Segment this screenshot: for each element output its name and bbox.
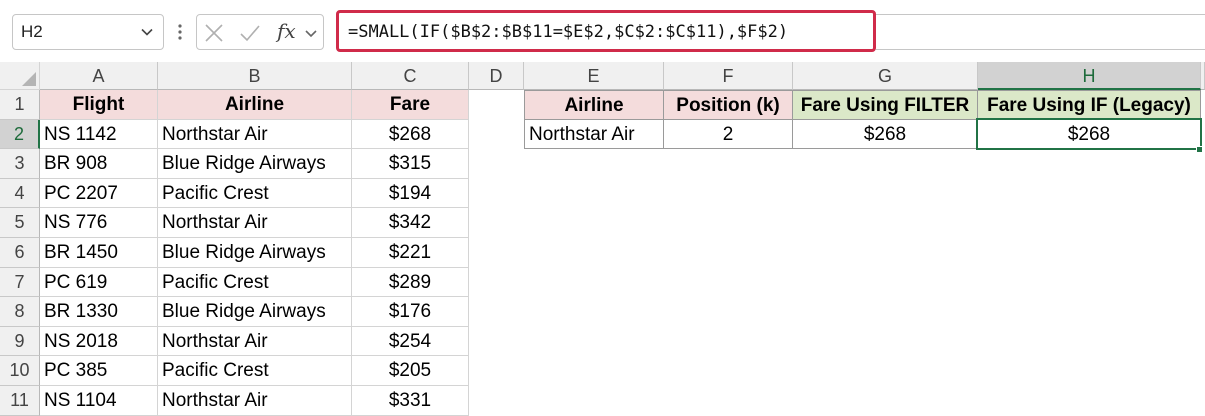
column-header-g[interactable]: G xyxy=(793,62,978,90)
row-header-6[interactable]: 6 xyxy=(0,238,40,268)
header-cell-fare-if-legacy[interactable]: Fare Using IF (Legacy) xyxy=(977,90,1201,120)
cell-flight[interactable]: PC 2207 xyxy=(40,179,158,208)
name-box[interactable]: H2 xyxy=(12,14,164,50)
cell-flight[interactable]: BR 1450 xyxy=(40,238,158,268)
column-header-f[interactable]: F xyxy=(664,62,793,90)
select-all-corner[interactable] xyxy=(0,62,40,90)
cell-fare[interactable]: $315 xyxy=(352,149,469,179)
cell-fare[interactable]: $221 xyxy=(352,238,469,268)
column-header-e[interactable]: E xyxy=(524,62,664,90)
cell-airline[interactable]: Blue Ridge Airways xyxy=(158,238,352,268)
formula-text: =SMALL(IF($B$2:$B$11=$E$2,$C$2:$C$11),$F… xyxy=(348,22,789,42)
header-cell-airline[interactable]: Airline xyxy=(158,90,352,120)
row-header-7[interactable]: 7 xyxy=(0,268,40,297)
cell-airline[interactable]: Northstar Air xyxy=(158,208,352,238)
more-options-icon[interactable] xyxy=(176,18,184,46)
cell-airline[interactable]: Northstar Air xyxy=(158,327,352,356)
column-header-d[interactable]: D xyxy=(469,62,524,90)
cell-flight[interactable]: NS 1104 xyxy=(40,386,158,416)
cell-airline[interactable]: Northstar Air xyxy=(158,120,352,149)
cell-flight[interactable]: NS 776 xyxy=(40,208,158,238)
cell-fare[interactable]: $194 xyxy=(352,179,469,208)
header-cell-lookup-airline[interactable]: Airline xyxy=(524,90,664,120)
cell-flight[interactable]: BR 1330 xyxy=(40,297,158,327)
select-all-triangle-icon xyxy=(22,72,36,86)
row-header-5[interactable]: 5 xyxy=(0,208,40,238)
header-cell-fare[interactable]: Fare xyxy=(352,90,469,120)
row-header-3[interactable]: 3 xyxy=(0,149,40,179)
cell-flight[interactable]: NS 1142 xyxy=(40,120,158,149)
cell-fare[interactable]: $268 xyxy=(352,120,469,149)
enter-check-icon[interactable] xyxy=(239,23,261,43)
formula-input-extension[interactable] xyxy=(876,14,1205,50)
row-header-2[interactable]: 2 xyxy=(0,120,40,149)
column-header-next[interactable] xyxy=(1201,62,1205,90)
cell-airline[interactable]: Blue Ridge Airways xyxy=(158,297,352,327)
cell-flight[interactable]: NS 2018 xyxy=(40,327,158,356)
cell-airline[interactable]: Pacific Crest xyxy=(158,268,352,297)
cell-airline[interactable]: Blue Ridge Airways xyxy=(158,149,352,179)
header-cell-position[interactable]: Position (k) xyxy=(663,90,793,120)
row-header-8[interactable]: 8 xyxy=(0,297,40,327)
chevron-down-icon[interactable] xyxy=(139,24,155,40)
cell-flight[interactable]: PC 385 xyxy=(40,356,158,386)
cell-airline[interactable]: Northstar Air xyxy=(158,386,352,416)
fill-handle[interactable] xyxy=(1196,146,1203,153)
cell-f2[interactable]: 2 xyxy=(663,119,793,149)
row-header-4[interactable]: 4 xyxy=(0,179,40,208)
cell-e2[interactable]: Northstar Air xyxy=(524,119,664,149)
cell-airline[interactable]: Pacific Crest xyxy=(158,179,352,208)
row-header-1[interactable]: 1 xyxy=(0,90,40,120)
chevron-down-icon[interactable] xyxy=(303,23,319,43)
cell-g2[interactable]: $268 xyxy=(792,119,978,149)
row-header-11[interactable]: 11 xyxy=(0,386,40,416)
column-header-c[interactable]: C xyxy=(352,62,469,90)
name-box-value: H2 xyxy=(21,22,43,41)
cell-h2[interactable]: $268 xyxy=(977,119,1201,149)
row-header-10[interactable]: 10 xyxy=(0,356,40,386)
cell-airline[interactable]: Pacific Crest xyxy=(158,356,352,386)
cell-fare[interactable]: $331 xyxy=(352,386,469,416)
cell-fare[interactable]: $205 xyxy=(352,356,469,386)
column-header-b[interactable]: B xyxy=(158,62,352,90)
column-header-a[interactable]: A xyxy=(40,62,158,90)
column-header-h[interactable]: H xyxy=(978,62,1201,90)
header-cell-fare-filter[interactable]: Fare Using FILTER xyxy=(792,90,978,120)
cell-fare[interactable]: $176 xyxy=(352,297,469,327)
formula-input[interactable]: =SMALL(IF($B$2:$B$11=$E$2,$C$2:$C$11),$F… xyxy=(336,10,876,52)
formula-controls: fx xyxy=(196,14,324,50)
insert-function-icon[interactable]: fx xyxy=(277,19,296,43)
cell-flight[interactable]: BR 908 xyxy=(40,149,158,179)
cell-flight[interactable]: PC 619 xyxy=(40,268,158,297)
formula-bar-area: H2 fx =SMALL(IF($B$2:$B$11=$E$2,$C$2:$C$… xyxy=(0,0,1205,62)
cancel-icon[interactable] xyxy=(203,23,225,43)
cell-fare[interactable]: $289 xyxy=(352,268,469,297)
cell-fare[interactable]: $254 xyxy=(352,327,469,356)
row-header-9[interactable]: 9 xyxy=(0,327,40,356)
header-cell-flight[interactable]: Flight xyxy=(40,90,158,120)
cell-fare[interactable]: $342 xyxy=(352,208,469,238)
